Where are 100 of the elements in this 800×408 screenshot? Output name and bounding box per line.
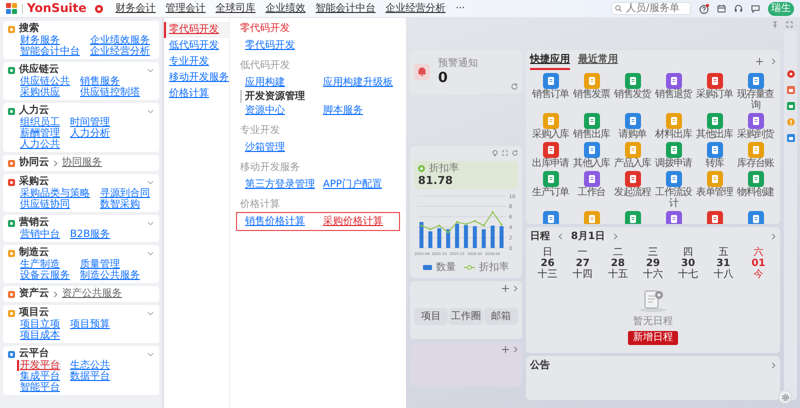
category-item[interactable]: 供应链协同	[17, 199, 91, 210]
document-icon[interactable]	[542, 72, 558, 88]
category-item[interactable]: 供应链控制塔	[77, 87, 141, 98]
shortcut-button[interactable]: 工作圈	[449, 308, 483, 326]
document-icon[interactable]	[624, 170, 640, 186]
chevron-right-icon[interactable]	[513, 284, 518, 292]
document-icon[interactable]	[542, 112, 558, 128]
top-menu-item[interactable]: 企业绩效	[260, 2, 311, 14]
top-menu-item[interactable]: 智能会计中台	[310, 2, 381, 14]
submenu-item[interactable]: 低代码开发	[164, 38, 229, 54]
calendar-day[interactable]: 四 30 十七	[670, 246, 706, 280]
document-icon[interactable]	[666, 72, 682, 88]
chevron-right-icon[interactable]	[771, 58, 776, 66]
category-item[interactable]: 企业绩效服务	[87, 35, 151, 46]
document-icon[interactable]	[706, 72, 722, 88]
category-item[interactable]: 营销中台	[17, 229, 61, 240]
document-icon[interactable]	[666, 210, 682, 224]
document-icon[interactable]	[624, 72, 640, 88]
category-link[interactable]: 资产公共服务	[62, 288, 122, 300]
calendar-day[interactable]: 二 28 十五	[600, 246, 636, 280]
document-icon[interactable]	[706, 142, 722, 158]
chevron-right-icon[interactable]	[53, 160, 58, 166]
document-icon[interactable]	[584, 170, 600, 186]
document-icon[interactable]	[584, 142, 600, 158]
refresh-icon[interactable]	[511, 83, 518, 90]
document-icon[interactable]	[542, 210, 558, 224]
document-icon[interactable]	[706, 112, 722, 128]
service-link[interactable]: 零代码开发	[245, 38, 323, 53]
category-item[interactable]: 项目立项	[17, 319, 61, 330]
shortcut-button[interactable]: 项目	[414, 308, 448, 326]
chevron-right-icon[interactable]	[771, 233, 776, 240]
help-icon[interactable]	[699, 4, 709, 14]
category-item[interactable]: 集成平台	[17, 371, 61, 382]
service-link[interactable]: 脚本服务	[323, 103, 399, 118]
document-icon[interactable]	[584, 112, 600, 128]
category-item[interactable]: 时间管理	[67, 117, 111, 128]
calendar-icon[interactable]	[717, 4, 726, 13]
document-icon[interactable]	[584, 72, 600, 88]
bulb-icon[interactable]	[492, 150, 498, 157]
document-icon[interactable]	[748, 170, 764, 186]
chevron-right-icon[interactable]	[771, 362, 776, 370]
document-icon[interactable]	[624, 210, 640, 224]
document-icon[interactable]	[666, 170, 682, 186]
category-item[interactable]: 生产制造	[17, 259, 71, 270]
calendar-day[interactable]: 日 26 十三	[530, 246, 566, 280]
chevron-right-icon[interactable]	[612, 233, 618, 240]
category-item[interactable]: 智能平台	[17, 382, 61, 393]
service-link[interactable]: 应用构建	[245, 75, 323, 90]
category-item[interactable]: 销售服务	[77, 76, 141, 87]
category-item[interactable]: 智能会计中台	[17, 46, 81, 57]
plus-icon[interactable]	[502, 346, 509, 353]
document-icon[interactable]	[706, 210, 722, 224]
document-icon[interactable]	[748, 142, 764, 158]
top-menu-item[interactable]: 财务会计	[110, 2, 161, 14]
document-icon[interactable]	[666, 112, 682, 128]
document-icon[interactable]	[542, 170, 558, 186]
refresh-icon[interactable]	[512, 150, 518, 156]
submenu-item[interactable]: 移动开发服务	[164, 70, 229, 86]
category-item[interactable]: 人力分析	[67, 128, 111, 139]
top-menu-item[interactable]: 管理会计	[160, 2, 211, 14]
document-icon[interactable]	[542, 142, 558, 158]
category-item[interactable]: 供应链公共	[17, 76, 71, 87]
top-menu-item[interactable]: 全球司库	[210, 2, 261, 14]
category-item[interactable]: 采购供应	[17, 87, 71, 98]
plus-icon[interactable]	[502, 284, 509, 292]
service-link[interactable]: 沙箱管理	[245, 140, 323, 155]
document-icon[interactable]	[706, 170, 722, 186]
category-item[interactable]: 薪酬管理	[17, 128, 61, 139]
category-item[interactable]: 寻源到合同	[97, 188, 151, 199]
category-item[interactable]: 设备云服务	[17, 270, 71, 281]
category-item[interactable]: 项目预算	[67, 319, 111, 330]
shortcut-button[interactable]: 邮箱	[484, 308, 518, 326]
document-icon[interactable]	[624, 112, 640, 128]
chevron-right-icon[interactable]	[53, 290, 58, 298]
service-link[interactable]: 销售价格计算	[245, 214, 323, 229]
category-item[interactable]: 质量管理	[77, 259, 141, 270]
headset-icon[interactable]	[734, 4, 743, 13]
user-avatar[interactable]: 瑞生	[768, 2, 794, 16]
expand-icon[interactable]	[786, 20, 793, 28]
document-icon[interactable]	[748, 112, 764, 128]
service-link[interactable]: 应用构建升级板	[323, 75, 399, 90]
submenu-item[interactable]: 零代码开发	[164, 22, 229, 38]
category-item[interactable]: B2B服务	[67, 229, 112, 240]
service-link[interactable]: 资源中心	[245, 103, 323, 118]
category-item[interactable]: 人力公共	[17, 139, 61, 150]
calendar-day[interactable]: 三 29 十六	[635, 246, 671, 280]
service-link[interactable]: 采购价格计算	[323, 214, 399, 229]
search-field[interactable]: 人员/服务单	[611, 2, 691, 15]
pin-icon[interactable]	[772, 20, 778, 28]
calendar-day[interactable]: 五 31 十八	[706, 246, 741, 280]
chat-icon[interactable]	[751, 4, 760, 13]
category-item[interactable]: 数据平台	[67, 371, 111, 382]
tab[interactable]: 最近常用	[578, 54, 618, 70]
top-menu-item[interactable]: 企业经营分析	[380, 2, 451, 14]
expand-icon[interactable]	[502, 150, 508, 156]
category-link[interactable]: 协同服务	[62, 157, 102, 169]
document-icon[interactable]	[666, 142, 682, 158]
category-item[interactable]: 生态公共	[67, 360, 111, 371]
chevron-right-icon[interactable]	[513, 346, 518, 353]
category-item[interactable]: 采购品类与策略	[17, 188, 91, 199]
